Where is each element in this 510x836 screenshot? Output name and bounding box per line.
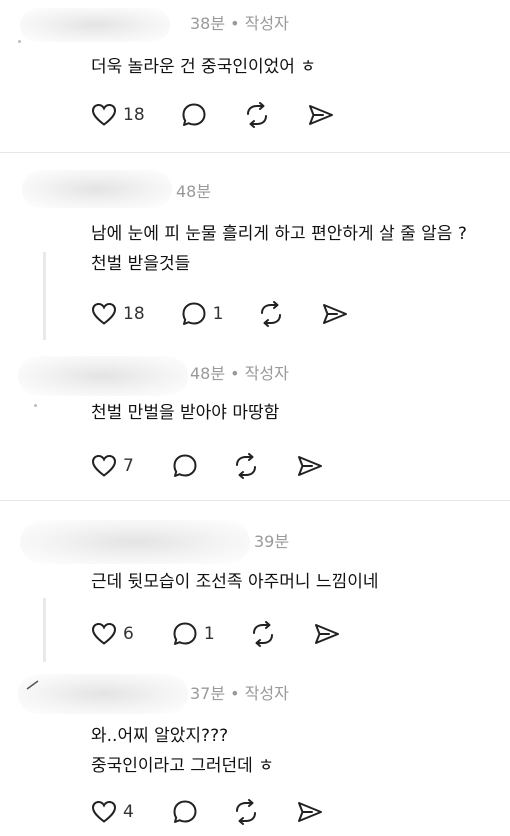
comment-meta: 38분 • 작성자 — [190, 14, 289, 33]
share-button[interactable] — [296, 800, 324, 824]
send-arrow-icon — [314, 624, 339, 644]
repost-arrows-icon — [261, 301, 282, 327]
comment-actions: 18 — [91, 99, 335, 131]
blurred-avatar — [34, 404, 37, 407]
reply-button[interactable]: 1 — [172, 621, 215, 647]
blurred-username — [20, 520, 250, 564]
like-count: 18 — [123, 105, 145, 125]
like-count: 7 — [123, 456, 134, 476]
speech-bubble-icon — [182, 103, 206, 126]
speech-bubble-icon — [173, 622, 197, 645]
send-arrow-icon — [308, 105, 333, 125]
comment-divider — [0, 152, 510, 153]
comment-actions: 18 1 — [91, 298, 349, 330]
heart-icon — [91, 302, 117, 325]
thread-line — [43, 252, 46, 340]
heart-icon — [91, 622, 117, 645]
blurred-avatar — [18, 40, 21, 43]
like-button[interactable]: 18 — [91, 103, 145, 127]
comment-meta: 37분 • 작성자 — [190, 684, 289, 703]
speech-bubble-icon — [173, 454, 197, 477]
reply-count: 1 — [212, 304, 224, 324]
like-button[interactable]: 18 — [91, 302, 145, 326]
like-button[interactable]: 7 — [91, 454, 134, 478]
comment-divider — [0, 500, 510, 501]
speech-bubble-icon — [182, 302, 206, 325]
reply-button[interactable] — [172, 453, 198, 479]
heart-icon — [91, 454, 117, 477]
send-arrow-icon — [323, 304, 348, 324]
like-button[interactable]: 4 — [91, 800, 134, 824]
repost-button[interactable] — [257, 301, 285, 327]
comment-actions: 4 — [91, 796, 324, 828]
comment-text: 와..어찌 알았지??? — [91, 726, 229, 746]
share-button[interactable] — [321, 302, 349, 326]
repost-button[interactable] — [232, 453, 260, 479]
repost-arrows-icon — [246, 102, 267, 128]
comment-text: 더욱 놀라운 건 중국인이었어 ㅎ — [91, 57, 316, 77]
comment-text-line-2: 천벌 받을것들 — [91, 254, 191, 274]
comment-text-line-2: 중국인이라고 그러던데 ㅎ — [91, 756, 274, 776]
blurred-username — [20, 8, 170, 42]
like-count: 4 — [123, 802, 134, 822]
repost-arrows-icon — [252, 621, 273, 647]
reply-button[interactable]: 1 — [181, 301, 224, 327]
blurred-username — [22, 170, 172, 208]
heart-icon — [91, 800, 117, 823]
share-button[interactable] — [296, 454, 324, 478]
reply-button[interactable] — [172, 799, 198, 825]
like-count: 6 — [123, 624, 134, 644]
send-arrow-icon — [297, 802, 322, 822]
like-count: 18 — [123, 304, 145, 324]
share-button[interactable] — [307, 103, 335, 127]
blurred-avatar — [26, 680, 39, 690]
repost-button[interactable] — [232, 799, 260, 825]
comment-meta: 48분 • 작성자 — [190, 364, 289, 383]
share-button[interactable] — [313, 622, 341, 646]
comment-meta: 39분 — [254, 532, 290, 551]
send-arrow-icon — [297, 456, 322, 476]
speech-bubble-icon — [173, 800, 197, 823]
repost-button[interactable] — [249, 621, 277, 647]
blurred-username — [18, 356, 188, 396]
heart-icon — [91, 103, 117, 126]
comment-text: 천벌 만벌을 받아야 마땅함 — [91, 403, 280, 423]
blurred-username — [18, 674, 188, 714]
comment-text: 근데 뒷모습이 조선족 아주머니 느낌이네 — [91, 572, 379, 592]
repost-arrows-icon — [235, 799, 256, 825]
like-button[interactable]: 6 — [91, 622, 134, 646]
comment-meta: 48분 — [176, 182, 212, 201]
comment-text: 남에 눈에 피 눈물 흘리게 하고 편안하게 살 줄 알음 ? — [91, 224, 467, 244]
comment-actions: 6 1 — [91, 618, 341, 650]
thread-line — [43, 598, 46, 662]
repost-button[interactable] — [243, 102, 271, 128]
reply-count: 1 — [203, 624, 215, 644]
reply-button[interactable] — [181, 102, 207, 128]
repost-arrows-icon — [235, 453, 256, 479]
comment-actions: 7 — [91, 450, 324, 482]
